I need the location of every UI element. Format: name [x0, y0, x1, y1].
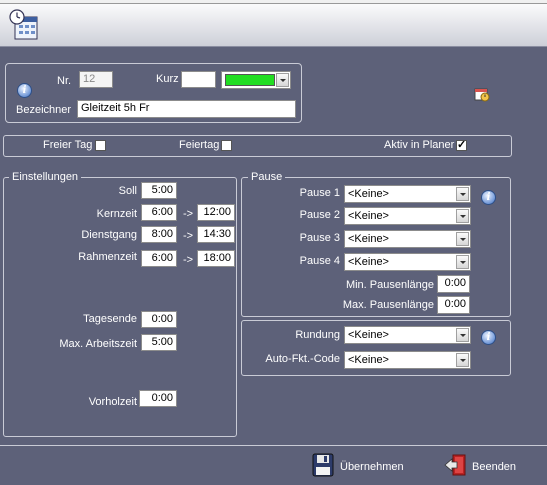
tagesende-label: Tagesende	[83, 313, 137, 325]
pause1-label: Pause 1	[299, 187, 340, 199]
auto-fkt-code-select-value: <Keine>	[348, 354, 389, 366]
rahmenzeit-arrow: ->	[183, 254, 194, 266]
rahmenzeit-label: Rahmenzeit	[78, 251, 137, 263]
pause4-select[interactable]: <Keine>	[344, 253, 471, 271]
save-button[interactable]: Übernehmen	[310, 453, 408, 479]
min-pausenlaenge-field[interactable]: 0:00	[437, 275, 470, 293]
pause2-label: Pause 2	[299, 209, 340, 221]
dienstgang-arrow: ->	[183, 230, 194, 242]
aktiv-in-planer-label: Aktiv in Planer	[384, 139, 455, 151]
feiertag-checkbox[interactable]	[221, 140, 232, 151]
tagesende-field[interactable]: 0:00	[141, 311, 177, 328]
info-icon[interactable]: i	[17, 83, 32, 98]
header-border	[0, 0, 547, 4]
chevron-down-icon[interactable]	[456, 187, 469, 201]
color-picker[interactable]	[221, 71, 291, 89]
feiertag-label: Feiertag	[179, 139, 220, 151]
exit-button-label: Beenden	[472, 461, 517, 473]
time-schedule-icon	[9, 9, 39, 41]
header-bar	[0, 0, 547, 47]
dienstgang-to-field[interactable]: 14:30	[197, 226, 235, 243]
aktiv-in-planer-checkbox[interactable]	[456, 138, 467, 151]
exit-door-icon	[444, 453, 468, 477]
bezeichner-label: Bezeichner	[16, 104, 72, 116]
vorholzeit-field[interactable]: 0:00	[139, 390, 177, 407]
einstellungen-title: Einstellungen	[9, 171, 82, 184]
pause4-label: Pause 4	[299, 255, 340, 267]
max-arbeitszeit-label: Max. Arbeitszeit	[59, 338, 137, 350]
auto-fkt-code-label: Auto-Fkt.-Code	[265, 353, 340, 365]
bezeichner-field[interactable]: Gleitzeit 5h Fr	[77, 100, 296, 118]
dienstgang-label: Dienstgang	[81, 229, 137, 241]
pause2-select[interactable]: <Keine>	[344, 207, 471, 225]
kernzeit-to-field[interactable]: 12:00	[197, 204, 235, 221]
info-icon[interactable]: i	[481, 190, 496, 205]
rundung-select-value: <Keine>	[348, 329, 389, 341]
exit-button[interactable]: Beenden	[442, 453, 532, 479]
pause2-select-value: <Keine>	[348, 210, 389, 222]
soll-label: Soll	[118, 185, 137, 197]
footer-divider	[0, 445, 547, 446]
chevron-down-icon[interactable]	[456, 328, 469, 342]
vorholzeit-label: Vorholzeit	[88, 396, 137, 408]
chevron-down-icon[interactable]	[456, 255, 469, 269]
chevron-down-icon[interactable]	[456, 232, 469, 246]
max-pausenlaenge-field[interactable]: 0:00	[437, 296, 470, 314]
nr-label: Nr.	[57, 75, 72, 87]
kernzeit-from-field[interactable]: 6:00	[141, 204, 177, 221]
pause3-select[interactable]: <Keine>	[344, 230, 471, 248]
rundung-select[interactable]: <Keine>	[344, 326, 471, 344]
pause3-label: Pause 3	[299, 232, 340, 244]
color-swatch	[225, 74, 275, 86]
max-pausenlaenge-label: Max. Pausenlänge	[342, 299, 434, 311]
rahmenzeit-from-field[interactable]: 6:00	[141, 250, 177, 267]
info-icon[interactable]: i	[481, 330, 496, 345]
freier-tag-checkbox[interactable]	[95, 140, 106, 151]
kernzeit-label: Kernzeit	[96, 208, 137, 220]
freier-tag-label: Freier Tag	[43, 139, 93, 151]
kernzeit-arrow: ->	[183, 208, 194, 220]
pause4-select-value: <Keine>	[348, 256, 389, 268]
pause-title: Pause	[248, 171, 286, 184]
chevron-down-icon[interactable]	[276, 73, 289, 87]
rundung-label: Rundung	[295, 329, 340, 341]
floppy-disk-icon	[312, 453, 334, 477]
chevron-down-icon[interactable]	[456, 209, 469, 223]
save-button-label: Übernehmen	[340, 461, 404, 473]
auto-fkt-code-select[interactable]: <Keine>	[344, 351, 471, 369]
nr-field[interactable]: 12	[79, 71, 113, 88]
rahmenzeit-to-field[interactable]: 18:00	[197, 250, 235, 267]
min-pausenlaenge-label: Min. Pausenlänge	[345, 279, 434, 291]
pause1-select[interactable]: <Keine>	[344, 185, 471, 203]
max-arbeitszeit-field[interactable]: 5:00	[141, 334, 177, 351]
kurz-label: Kurz	[156, 73, 179, 85]
dienstgang-from-field[interactable]: 8:00	[141, 226, 177, 243]
pause3-select-value: <Keine>	[348, 233, 389, 245]
pause1-select-value: <Keine>	[348, 188, 389, 200]
chevron-down-icon[interactable]	[456, 353, 469, 367]
kurz-field[interactable]	[181, 71, 216, 88]
calendar-icon[interactable]	[474, 86, 490, 102]
soll-field[interactable]: 5:00	[141, 182, 177, 199]
